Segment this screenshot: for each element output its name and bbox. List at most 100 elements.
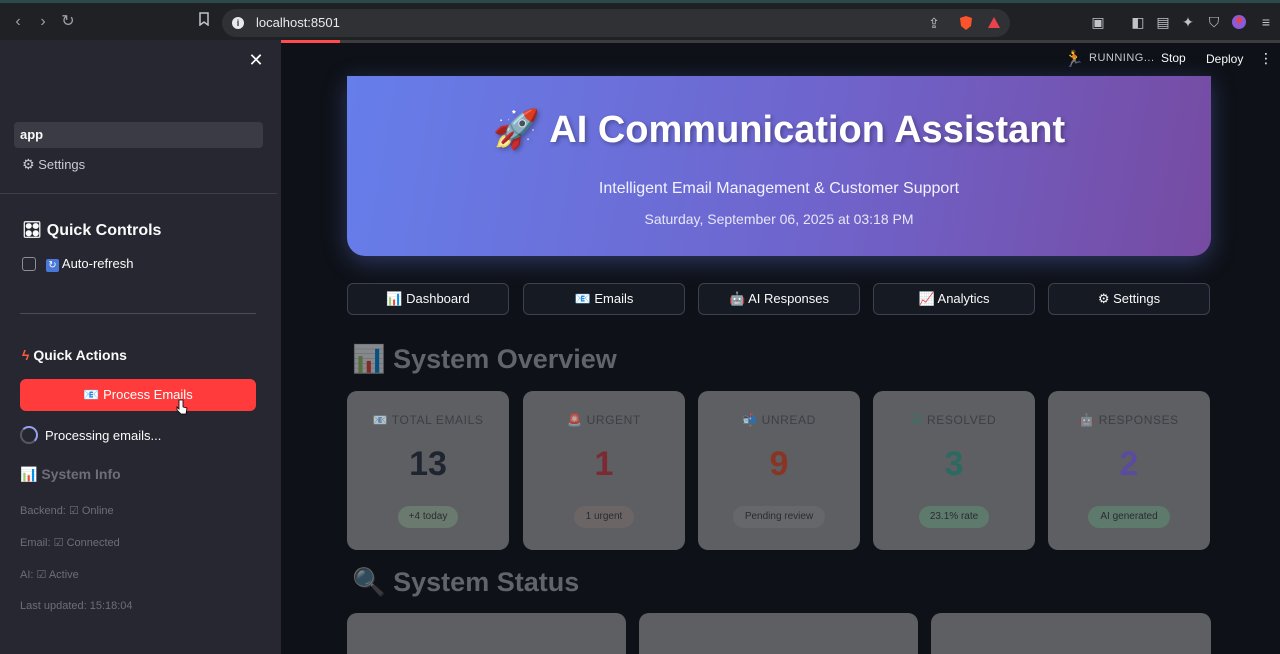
rocket-icon: 🚀 [492, 109, 541, 151]
sidebar-nav-app[interactable]: app [14, 122, 263, 148]
tab-dashboard[interactable]: 📊 Dashboard [347, 283, 509, 315]
profile-icon[interactable] [1231, 14, 1247, 30]
gear-icon: ⚙ [1097, 291, 1110, 306]
stop-button[interactable]: Stop [1161, 51, 1186, 65]
metric-badge: Pending review [733, 506, 825, 528]
close-sidebar-icon[interactable]: ✕ [246, 50, 266, 70]
system-info-backend: Backend: ☑ Online [20, 505, 114, 517]
status-card [347, 613, 626, 654]
mouse-cursor-icon [176, 399, 188, 420]
share-icon[interactable]: ⇪ [926, 15, 942, 31]
reload-icon[interactable]: ↻ [58, 12, 78, 32]
wallet-icon[interactable]: ▤ [1155, 14, 1171, 30]
divider [20, 313, 256, 314]
site-info-icon[interactable]: i [232, 17, 244, 29]
forward-icon[interactable]: › [33, 12, 53, 32]
metric-badge: +4 today [398, 506, 458, 528]
sidebar-nav-settings-label: Settings [38, 157, 86, 172]
menu-icon[interactable]: ≡ [1258, 14, 1274, 30]
check-icon: ☑ [911, 413, 924, 427]
lightning-icon: ϟ [22, 347, 30, 363]
robot-icon: 🤖 [1079, 413, 1095, 427]
metric-badge: 23.1% rate [919, 506, 989, 528]
check-icon: ☑ [36, 569, 47, 581]
quick-actions-heading: ϟ Quick Actions [22, 347, 127, 363]
system-info-email: Email: ☑ Connected [20, 537, 120, 549]
tab-emails[interactable]: 📧 Emails [523, 283, 685, 315]
quick-controls-heading: 🎛 Quick Controls [22, 222, 162, 239]
app-toolbar: 🏃 RUNNING... Stop Deploy ⋮ [281, 40, 1280, 76]
email-icon: 📧 [83, 387, 100, 402]
brave-rewards-icon[interactable] [986, 15, 1002, 31]
metric-label: 📬 UNREAD [742, 413, 816, 427]
sidebar-toggle-icon[interactable]: ◧ [1130, 14, 1146, 30]
metric-value: 1 [594, 445, 614, 483]
metric-card-urgent: 🚨 URGENT 1 1 urgent [523, 391, 685, 550]
check-icon: ☑ [68, 505, 79, 517]
metric-label: ☑ RESOLVED [911, 413, 997, 427]
gear-icon: ⚙ [22, 156, 35, 172]
running-figure-icon: 🏃 [1064, 51, 1084, 68]
tab-analytics[interactable]: 📈 Analytics [873, 283, 1035, 315]
system-status-heading: 🔍 System Status [352, 567, 580, 597]
metric-card-total-emails: 📧 TOTAL EMAILS 13 +4 today [347, 391, 509, 550]
url-text[interactable]: localhost:8501 [256, 15, 340, 30]
main-menu-icon[interactable]: ⋮ [1259, 50, 1273, 67]
robot-icon: 🤖 [728, 291, 746, 306]
loading-spinner-icon [20, 426, 38, 444]
magnifier-icon: 🔍 [352, 567, 386, 597]
metric-value: 2 [1119, 445, 1139, 483]
metric-value: 3 [944, 445, 964, 483]
check-icon: ☑ [53, 537, 64, 549]
page-title: 🚀 AI Communication Assistant [492, 109, 1066, 151]
metric-badge: 1 urgent [574, 506, 634, 528]
metric-card-resolved: ☑ RESOLVED 3 23.1% rate [873, 391, 1035, 550]
tab-ai-responses[interactable]: 🤖 AI Responses [698, 283, 860, 315]
screenshot-icon[interactable]: ▣ [1090, 14, 1106, 30]
metric-label: 🤖 RESPONSES [1079, 413, 1179, 427]
status-card [931, 613, 1211, 654]
metric-card-responses: 🤖 RESPONSES 2 AI generated [1048, 391, 1210, 550]
browser-toolbar: ‹ › ↻ i localhost:8501 ⇪ ▣ ◧ ▤ ✦ ⛉ ≡ [0, 0, 1280, 43]
auto-refresh-label[interactable]: ↻ Auto-refresh [46, 256, 133, 272]
email-icon: 📧 [574, 291, 591, 306]
deploy-button[interactable]: Deploy [1206, 52, 1243, 66]
vpn-icon[interactable]: ⛉ [1206, 14, 1222, 30]
leo-ai-icon[interactable]: ✦ [1180, 14, 1196, 30]
running-status: RUNNING... [1089, 52, 1155, 64]
tab-settings[interactable]: ⚙ Settings [1048, 283, 1210, 315]
back-icon[interactable]: ‹ [8, 12, 28, 32]
metric-label: 🚨 URGENT [567, 413, 641, 427]
bar-chart-icon: 📊 [386, 291, 403, 306]
auto-refresh-checkbox[interactable] [22, 257, 36, 271]
metric-card-unread: 📬 UNREAD 9 Pending review [698, 391, 860, 550]
system-overview-heading: 📊 System Overview [352, 344, 617, 374]
refresh-icon: ↻ [46, 259, 59, 272]
brave-shield-icon[interactable] [958, 15, 974, 31]
metric-value: 13 [409, 445, 447, 483]
status-card [639, 613, 918, 654]
trend-chart-icon: 📈 [918, 291, 935, 306]
processing-label: Processing emails... [45, 428, 162, 443]
control-knobs-icon: 🎛 [22, 222, 43, 239]
system-info-ai: AI: ☑ Active [20, 569, 79, 581]
metric-label: 📧 TOTAL EMAILS [372, 413, 484, 427]
divider [0, 193, 277, 194]
hero-banner: 🚀 AI Communication Assistant Intelligent… [347, 76, 1211, 256]
system-info-heading: 📊 System Info [20, 466, 121, 482]
metric-badge: AI generated [1088, 506, 1170, 528]
bar-chart-icon: 📊 [352, 344, 386, 374]
sidebar-nav-settings[interactable]: ⚙ Settings [22, 156, 85, 173]
bar-chart-icon: 📊 [20, 466, 38, 482]
process-emails-button[interactable]: 📧 Process Emails [20, 379, 256, 411]
siren-icon: 🚨 [567, 413, 583, 427]
bookmark-icon[interactable] [194, 12, 214, 32]
last-updated: Last updated: 15:18:04 [20, 600, 133, 612]
mailbox-icon: 📬 [742, 413, 758, 427]
address-bar[interactable]: i localhost:8501 ⇪ [222, 9, 1010, 37]
metric-value: 9 [769, 445, 789, 483]
hero-subtitle: Intelligent Email Management & Customer … [598, 180, 960, 197]
email-icon: 📧 [372, 413, 389, 427]
hero-date: Saturday, September 06, 2025 at 03:18 PM [644, 211, 914, 227]
sidebar: ✕ app ⚙ Settings 🎛 Quick Controls ↻ Auto… [0, 40, 281, 654]
